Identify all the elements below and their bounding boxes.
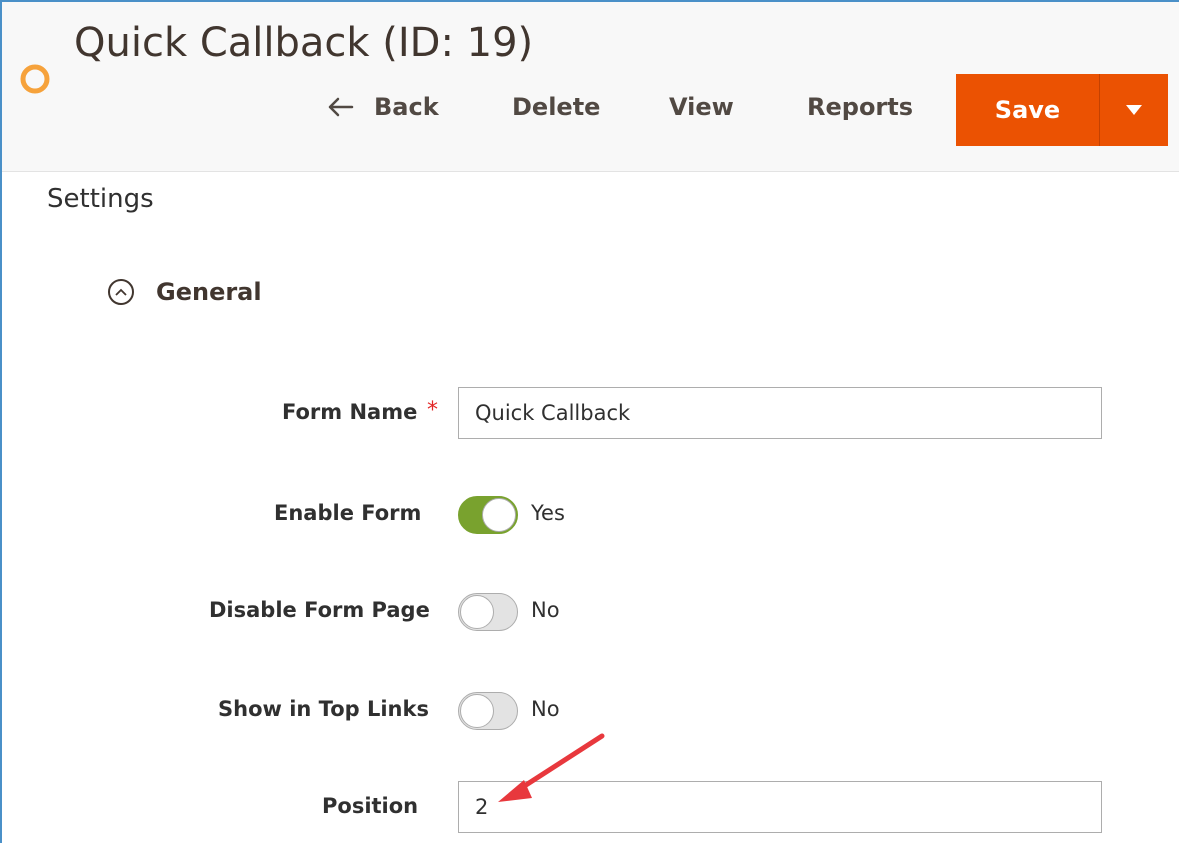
chevron-up-circle-icon: [108, 279, 134, 305]
back-button-label: Back: [374, 93, 439, 121]
show-in-top-links-state: No: [531, 697, 560, 721]
save-options-toggle[interactable]: [1100, 74, 1168, 146]
show-in-top-links-switch[interactable]: [458, 692, 518, 730]
view-button[interactable]: View: [669, 93, 734, 121]
switch-knob: [482, 498, 516, 532]
switch-knob: [460, 694, 494, 728]
arrow-left-icon: [328, 97, 354, 117]
form-name-input[interactable]: Quick Callback: [458, 387, 1102, 439]
switch-knob: [460, 595, 494, 629]
show-in-top-links-label: Show in Top Links: [218, 697, 429, 721]
disable-form-page-state: No: [531, 598, 560, 622]
caret-down-icon: [1126, 105, 1142, 115]
enable-form-label: Enable Form: [274, 501, 422, 525]
enable-form-state: Yes: [531, 501, 565, 525]
required-indicator: *: [427, 398, 438, 423]
position-label: Position: [322, 794, 419, 818]
settings-heading: Settings: [47, 184, 154, 214]
section-general-label: General: [156, 278, 262, 306]
disable-form-page-label: Disable Form Page: [209, 598, 430, 622]
red-arrow-icon: [498, 733, 605, 802]
disable-form-page-switch[interactable]: [458, 593, 518, 631]
reports-button[interactable]: Reports: [807, 93, 913, 121]
form-name-label: Form Name: [282, 400, 418, 424]
save-button[interactable]: Save: [956, 74, 1100, 146]
save-split-button: Save: [956, 74, 1168, 146]
logo-ring-icon: [20, 64, 50, 94]
page-title: Quick Callback (ID: 19): [74, 20, 534, 66]
section-general-toggle[interactable]: General: [108, 278, 262, 306]
enable-form-switch[interactable]: [458, 496, 518, 534]
back-button[interactable]: Back: [328, 93, 439, 121]
delete-button[interactable]: Delete: [512, 93, 600, 121]
